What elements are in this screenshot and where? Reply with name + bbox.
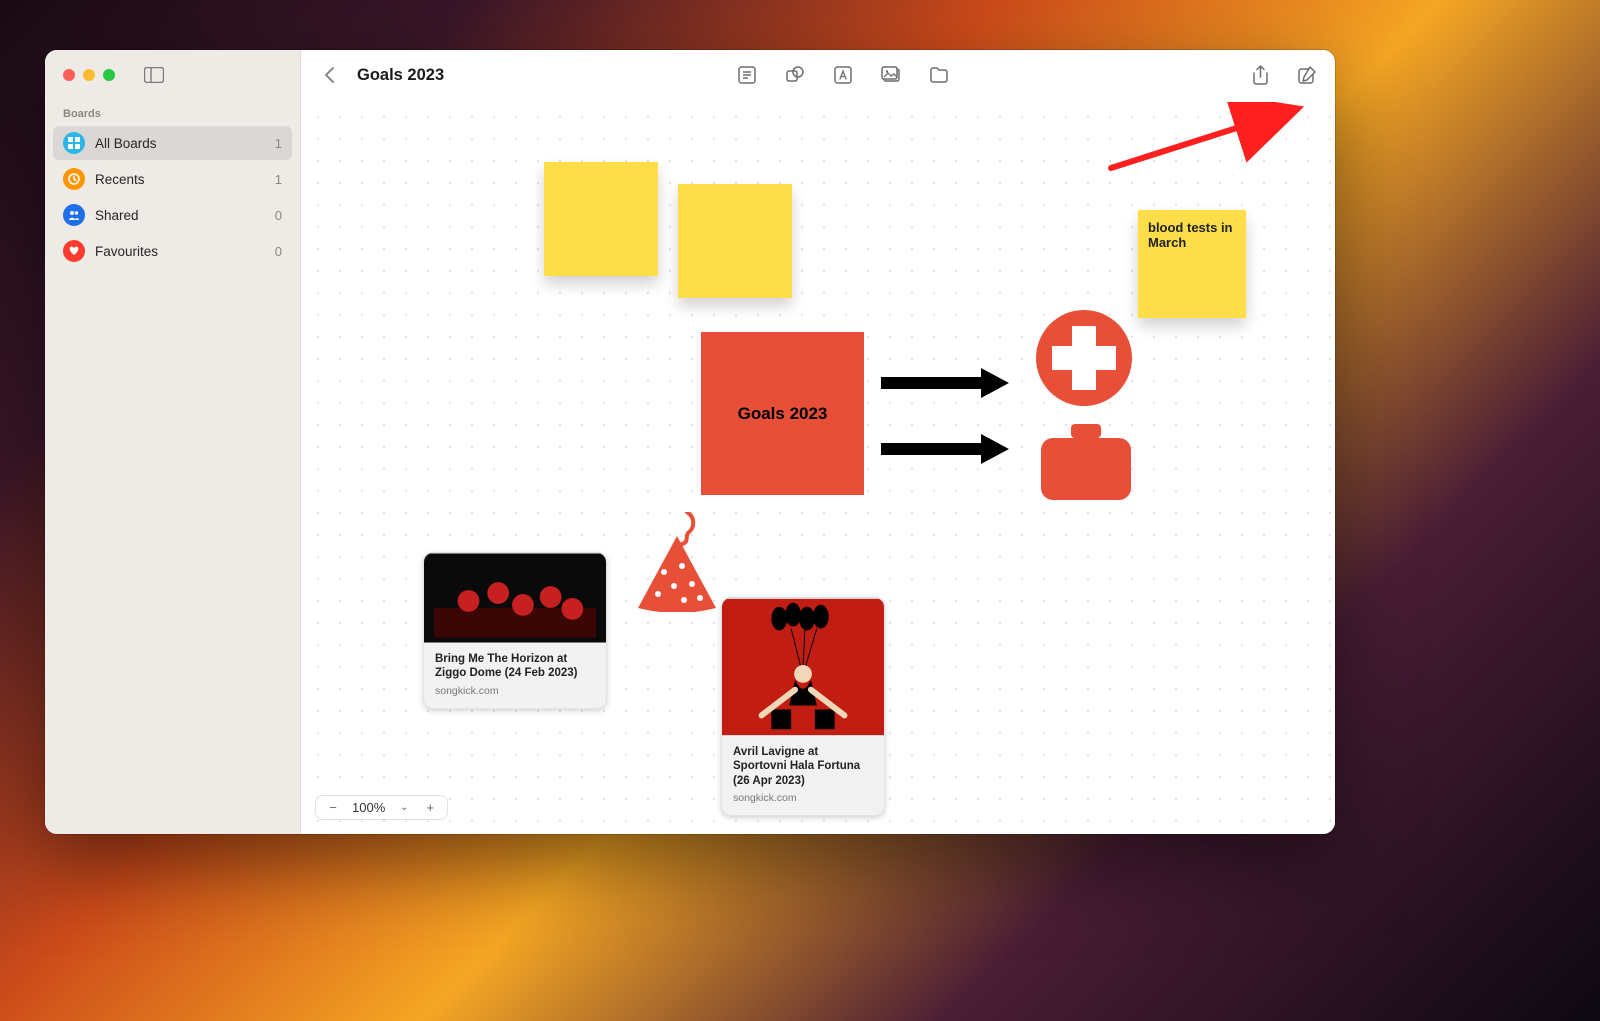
zoom-in-button[interactable]: + [423,800,437,815]
main-area: Goals 2023 [301,50,1335,834]
shape-icon [785,65,805,85]
clipart-briefcase[interactable] [1041,424,1131,500]
sticky-note[interactable] [678,184,792,298]
sidebar-item-label: All Boards [95,136,157,151]
zoom-out-button[interactable]: − [326,800,340,815]
heart-icon [63,240,85,262]
canvas[interactable]: blood tests in March Goals 2023 [301,100,1335,834]
toggle-sidebar-button[interactable] [143,66,165,84]
arrow-shaft [881,443,981,455]
canvas-shape-label: Goals 2023 [738,404,828,424]
compose-button[interactable] [1297,65,1317,85]
sticky-note-icon [738,66,756,84]
zoom-level[interactable]: 100% [352,800,385,815]
sidebar-item-label: Favourites [95,244,158,259]
share-button[interactable] [1251,65,1271,85]
sidebar-section-label: Boards [45,102,300,126]
link-card[interactable]: Avril Lavigne at Sportovni Hala Fortuna … [721,597,885,816]
card-thumbnail [424,553,606,643]
sidebar-item-count: 0 [275,208,282,223]
image-icon [881,66,901,84]
window-controls [45,66,300,102]
party-hat-icon [634,512,720,612]
app-window: Boards All Boards 1 Recents 1 Sh [45,50,1335,834]
card-thumbnail [722,598,884,736]
insert-text-button[interactable] [833,65,853,85]
arrow-head-icon [981,368,1009,398]
sidebar-item-shared[interactable]: Shared 0 [53,198,292,232]
close-window-button[interactable] [63,69,75,81]
sidebar: Boards All Boards 1 Recents 1 Sh [45,50,301,834]
card-source: songkick.com [435,685,595,697]
sticky-note[interactable]: blood tests in March [1138,210,1246,318]
share-icon [1252,65,1269,85]
insert-file-button[interactable] [929,65,949,85]
sidebar-item-count: 1 [275,136,282,151]
sticky-note[interactable] [544,162,658,276]
arrow-head-icon [981,434,1009,464]
card-title: Bring Me The Horizon at Ziggo Dome (24 F… [435,652,595,681]
briefcase-icon [1041,424,1131,500]
clock-icon [63,168,85,190]
fullscreen-window-button[interactable] [103,69,115,81]
sidebar-item-favourites[interactable]: Favourites 0 [53,234,292,268]
insert-image-button[interactable] [881,65,901,85]
sidebar-item-count: 0 [275,244,282,259]
sidebar-item-all-boards[interactable]: All Boards 1 [53,126,292,160]
canvas-shape-goals-box[interactable]: Goals 2023 [701,332,864,495]
card-title: Avril Lavigne at Sportovni Hala Fortuna … [733,745,873,788]
zoom-dropdown-button[interactable]: ⌄ [397,802,411,813]
clipart-medical[interactable] [1036,310,1132,406]
insert-toolbar [737,65,959,85]
sidebar-item-label: Recents [95,172,145,187]
people-icon [63,204,85,226]
sidebar-list: All Boards 1 Recents 1 Shared 0 [45,126,300,268]
folder-icon [930,67,948,83]
card-source: songkick.com [733,792,873,804]
sticky-note-text: blood tests in March [1148,220,1233,250]
insert-shape-button[interactable] [785,65,805,85]
insert-note-button[interactable] [737,65,757,85]
textbox-icon [834,66,852,84]
grid-icon [63,132,85,154]
sidebar-item-recents[interactable]: Recents 1 [53,162,292,196]
chevron-left-icon [323,66,335,84]
sidebar-item-count: 1 [275,172,282,187]
actions-toolbar [1251,65,1317,85]
compose-icon [1298,66,1316,84]
arrow-shaft [881,377,981,389]
sidebar-icon [144,67,164,83]
minimize-window-button[interactable] [83,69,95,81]
sidebar-item-label: Shared [95,208,139,223]
connector-arrow[interactable] [881,434,1021,464]
medical-cross-icon [1036,310,1132,406]
toolbar: Goals 2023 [301,50,1335,100]
connector-arrow[interactable] [881,368,1021,398]
clipart-party[interactable] [634,512,720,612]
board-title: Goals 2023 [357,66,444,85]
back-button[interactable] [319,65,339,85]
link-card[interactable]: Bring Me The Horizon at Ziggo Dome (24 F… [423,552,607,709]
zoom-controls: − 100% ⌄ + [315,795,448,820]
